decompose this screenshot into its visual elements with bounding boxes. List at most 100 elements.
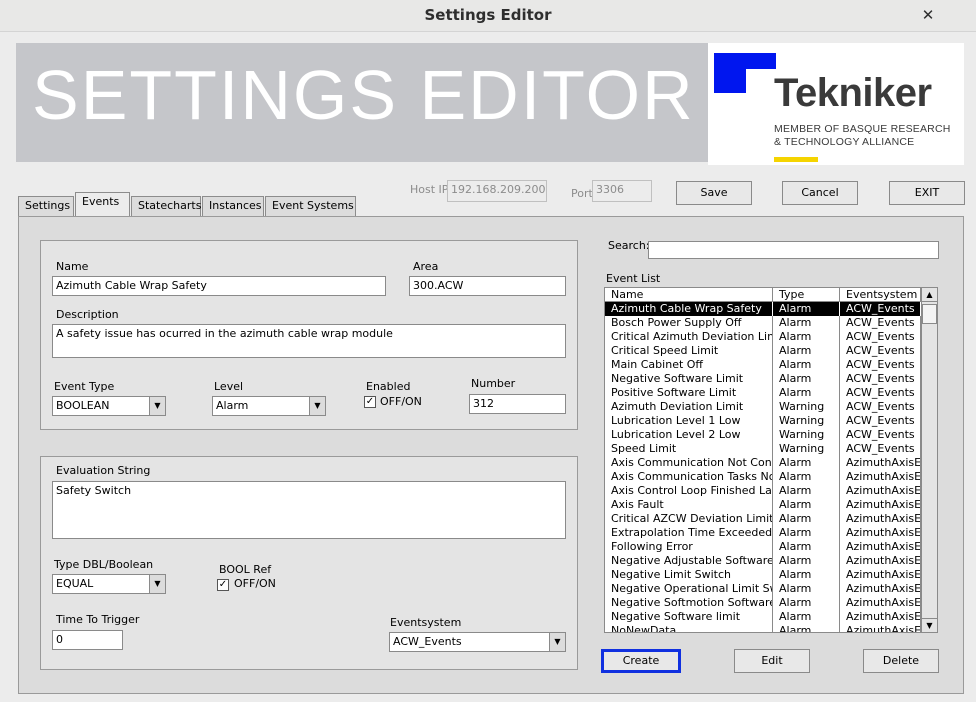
cell-type: Alarm <box>773 316 840 330</box>
type-dbl-boolean-select[interactable]: EQUAL ▼ <box>52 574 166 594</box>
table-row[interactable]: Azimuth Cable Wrap Safety Alarm ACW_Events <box>605 302 921 316</box>
table-row[interactable]: Critical Azimuth Deviation Limit Alarm ACW… <box>605 330 921 344</box>
name-label: Name <box>56 260 89 273</box>
cell-name: Lubrication Level 1 Low <box>605 414 773 428</box>
tekniker-logo: Tekniker MEMBER OF BASQUE RESEARCH & TEC… <box>708 43 964 165</box>
table-row[interactable]: Negative Operational Limit SwitchAlarmAz… <box>605 582 921 596</box>
tab-instances[interactable]: Instances <box>202 196 264 216</box>
cell-name: Speed Limit <box>605 442 773 456</box>
cell-type: Alarm <box>773 624 840 632</box>
column-header-name[interactable]: Name <box>605 288 773 302</box>
eventsystem-select[interactable]: ACW_Events ▼ <box>389 632 566 652</box>
event-type-label: Event Type <box>54 380 115 393</box>
cell-type: Alarm <box>773 372 840 386</box>
table-row[interactable]: Following ErrorAlarmAzimuthAxisEvents <box>605 540 921 554</box>
tab-event-systems[interactable]: Event Systems <box>265 196 356 216</box>
table-row[interactable]: Extrapolation Time Exceeded Alarm AzimuthA… <box>605 526 921 540</box>
bool-ref-checkbox[interactable]: ✓ <box>217 579 229 591</box>
cell-type: Alarm <box>773 344 840 358</box>
delete-button[interactable]: Delete <box>863 649 939 673</box>
evaluation-string-field[interactable]: Safety Switch <box>52 481 566 539</box>
cell-type: Alarm <box>773 540 840 554</box>
table-row[interactable]: Speed Limit Warning ACW_Events <box>605 442 921 456</box>
level-value: Alarm <box>216 399 249 412</box>
event-type-select[interactable]: BOOLEAN ▼ <box>52 396 166 416</box>
table-row[interactable]: NoNewDataAlarmAzimuthAxisEvents <box>605 624 921 632</box>
cell-eventsystem: AzimuthAxisEvents <box>840 456 921 470</box>
table-row[interactable]: Negative Software limit Alarm AzimuthAxisE… <box>605 610 921 624</box>
number-field[interactable]: 312 <box>469 394 566 414</box>
column-header-eventsystem[interactable]: Eventsystem <box>840 288 921 302</box>
cell-eventsystem: ACW_Events <box>840 414 921 428</box>
table-row[interactable]: Main Cabinet Off Alarm ACW_Events <box>605 358 921 372</box>
search-input[interactable] <box>648 241 939 259</box>
table-row[interactable]: Negative Software Limit Alarm ACW_Events <box>605 372 921 386</box>
table-row[interactable]: Lubrication Level 1 Low Warning ACW_Events <box>605 414 921 428</box>
cell-eventsystem: ACW_Events <box>840 386 921 400</box>
table-row[interactable]: Lubrication Level 2 Low Warning ACW_Events <box>605 428 921 442</box>
cell-type: Warning <box>773 414 840 428</box>
table-row[interactable]: Axis Control Loop Finished Late Alarm Azim… <box>605 484 921 498</box>
chevron-down-icon[interactable]: ▼ <box>309 397 325 415</box>
cell-type: Warning <box>773 442 840 456</box>
cell-eventsystem: ACW_Events <box>840 358 921 372</box>
cell-name: Critical Azimuth Deviation Limit <box>605 330 773 344</box>
host-ip-field[interactable]: 192.168.209.200 <box>447 180 547 202</box>
tab-settings[interactable]: Settings <box>18 196 74 216</box>
table-row[interactable]: Negative Softmotion Software limitAlarmA… <box>605 596 921 610</box>
cell-eventsystem: AzimuthAxisEvents <box>840 582 921 596</box>
save-button[interactable]: Save <box>676 181 752 205</box>
description-field[interactable]: A safety issue has ocurred in the azimut… <box>52 324 566 358</box>
cell-type: Warning <box>773 428 840 442</box>
chevron-down-icon[interactable]: ▼ <box>149 397 165 415</box>
table-row[interactable]: Axis Communication Not ConnectedAlarmAzi… <box>605 456 921 470</box>
table-row[interactable]: Bosch Power Supply Off Alarm ACW_Events <box>605 316 921 330</box>
area-field[interactable]: 300.ACW <box>409 276 566 296</box>
cell-type: Alarm <box>773 596 840 610</box>
edit-button[interactable]: Edit <box>734 649 810 673</box>
scroll-down-icon[interactable]: ▼ <box>922 618 937 632</box>
name-field[interactable]: Azimuth Cable Wrap Safety <box>52 276 386 296</box>
logo-subtitle: MEMBER OF BASQUE RESEARCH & TECHNOLOGY A… <box>774 123 951 149</box>
cell-name: Critical Speed Limit <box>605 344 773 358</box>
table-row[interactable]: Critical AZCW Deviation Limit Alarm Azimut… <box>605 512 921 526</box>
cell-name: Axis Control Loop Finished Late <box>605 484 773 498</box>
scrollbar-thumb[interactable] <box>922 304 937 324</box>
enabled-checkbox[interactable]: ✓ <box>364 396 376 408</box>
close-icon[interactable]: ✕ <box>920 6 936 24</box>
tab-events[interactable]: Events <box>75 192 130 216</box>
cell-name: Azimuth Deviation Limit <box>605 400 773 414</box>
table-row[interactable]: Axis Communication Tasks Not RunningAlar… <box>605 470 921 484</box>
table-row[interactable]: Critical Speed Limit Alarm ACW_Events <box>605 344 921 358</box>
event-list-rows: Azimuth Cable Wrap Safety Alarm ACW_Events… <box>605 302 921 632</box>
event-list[interactable]: Name Type Eventsystem Azimuth Cable Wrap… <box>604 287 938 633</box>
event-list-scrollbar[interactable]: ▲ ▼ <box>921 288 937 632</box>
scroll-up-icon[interactable]: ▲ <box>922 288 937 302</box>
cancel-button[interactable]: Cancel <box>782 181 858 205</box>
cell-type: Alarm <box>773 610 840 624</box>
time-to-trigger-field[interactable]: 0 <box>52 630 123 650</box>
eventsystem-label: Eventsystem <box>390 616 462 629</box>
tab-statecharts[interactable]: Statecharts <box>131 196 201 216</box>
logo-mark-stem <box>732 69 746 93</box>
table-row[interactable]: Negative Adjustable Software limitAlarmA… <box>605 554 921 568</box>
logo-mark-left <box>714 53 732 93</box>
table-row[interactable]: Positive Software Limit Alarm ACW_Events <box>605 386 921 400</box>
cell-type: Warning <box>773 400 840 414</box>
exit-button[interactable]: EXIT <box>889 181 965 205</box>
column-header-type[interactable]: Type <box>773 288 840 302</box>
bool-ref-label: BOOL Ref <box>219 563 272 576</box>
table-row[interactable]: Azimuth Deviation Limit Warning ACW_Events <box>605 400 921 414</box>
create-button[interactable]: Create <box>601 649 681 673</box>
time-to-trigger-label: Time To Trigger <box>56 613 140 626</box>
port-field[interactable]: 3306 <box>592 180 652 202</box>
table-row[interactable]: Axis FaultAlarmAzimuthAxisEvents <box>605 498 921 512</box>
table-row[interactable]: Negative Limit SwitchAlarmAzimuthAxisEve… <box>605 568 921 582</box>
logo-subtitle-line-1: MEMBER OF BASQUE RESEARCH <box>774 123 951 135</box>
cell-name: Lubrication Level 2 Low <box>605 428 773 442</box>
chevron-down-icon[interactable]: ▼ <box>149 575 165 593</box>
chevron-down-icon[interactable]: ▼ <box>549 633 565 651</box>
cell-name: Negative Limit Switch <box>605 568 773 582</box>
level-select[interactable]: Alarm ▼ <box>212 396 326 416</box>
cell-type: Alarm <box>773 330 840 344</box>
